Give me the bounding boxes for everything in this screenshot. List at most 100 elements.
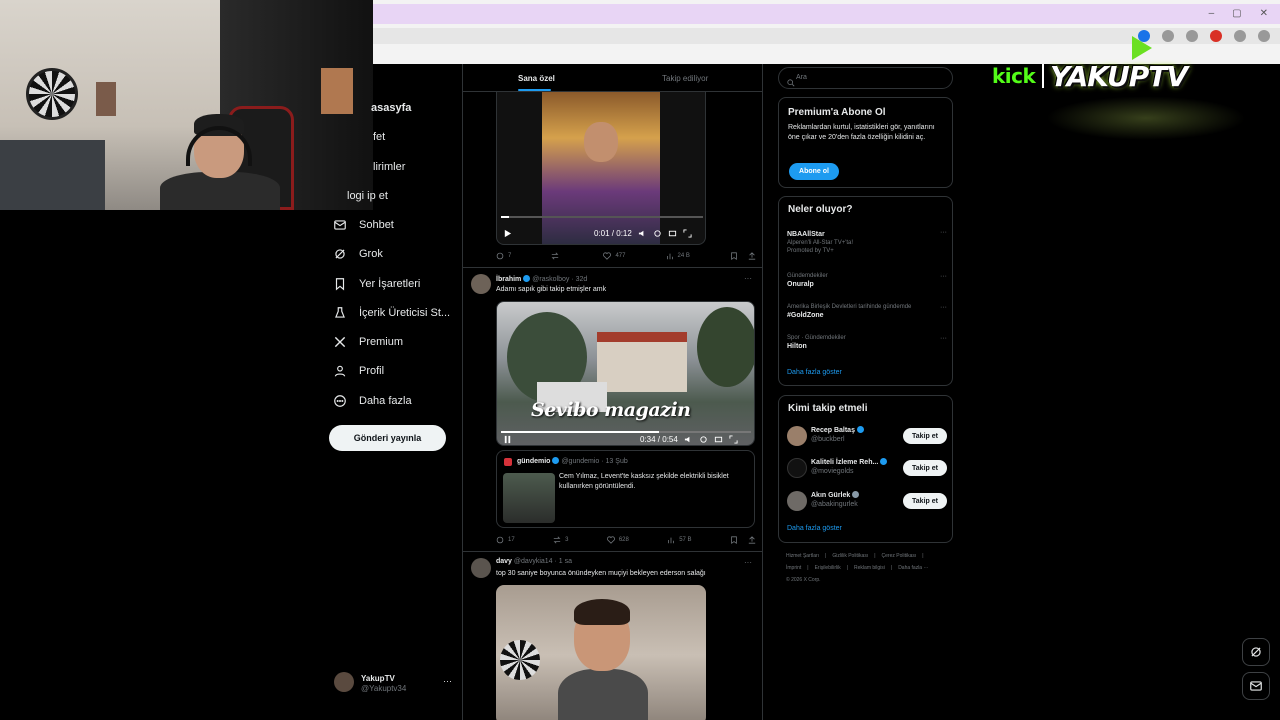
trend-item[interactable]: Gündemdekiler Onuralp ··· <box>787 273 947 288</box>
more-icon[interactable]: ··· <box>443 676 452 686</box>
maximize-button[interactable]: ▢ <box>1232 8 1241 19</box>
nav-item-chat[interactable]: Sohbet <box>333 218 394 232</box>
kick-logo: kick <box>992 64 1036 88</box>
footer-link-more[interactable]: Daha fazla ··· <box>898 565 928 571</box>
follow-suggestion[interactable]: Akın Gürlek @abakingurlek Takip et <box>787 489 947 513</box>
nav-item-notifications[interactable]: lirimler <box>373 161 405 173</box>
pause-button[interactable] <box>503 435 512 444</box>
volume-icon[interactable] <box>638 229 647 238</box>
more-icon[interactable]: ··· <box>744 558 752 567</box>
grok-floating-button[interactable] <box>1242 638 1270 666</box>
follow-suggestion[interactable]: Kaliteli İzleme Reh... @moviegolds Takip… <box>787 456 947 480</box>
more-icon[interactable]: ··· <box>744 274 752 283</box>
like-button[interactable]: 477 <box>603 252 625 260</box>
account-name: YakupTV <box>361 674 395 683</box>
author-name[interactable]: İbrahim <box>496 276 521 283</box>
like-button[interactable]: 628 <box>606 536 629 544</box>
volume-icon[interactable] <box>684 435 693 444</box>
video-frame <box>574 599 630 625</box>
settings-icon[interactable] <box>653 229 662 238</box>
share-icon[interactable] <box>748 536 756 544</box>
nav-label: Sohbet <box>359 219 394 231</box>
tab-following[interactable]: Takip ediliyor <box>662 74 708 83</box>
trend-item[interactable]: Amerika Birleşik Devletleri tarihinde gü… <box>787 304 947 319</box>
reply-button[interactable]: 7 <box>496 252 511 260</box>
account-switcher[interactable]: YakupTV @Yakuptv34 ··· <box>334 672 454 696</box>
follow-suggestion[interactable]: Recep Baltaş @buckberl Takip et <box>787 424 947 448</box>
video-player[interactable]: 0:01 / 0:12 <box>496 92 706 245</box>
subscribe-button[interactable]: Abone ol <box>789 163 839 180</box>
browser-tabstrip[interactable] <box>373 4 1280 24</box>
nav-item-creator-studio[interactable]: İçerik Üreticisi St... <box>333 306 450 320</box>
show-more-link[interactable]: Daha fazla göster <box>787 369 842 376</box>
repost-button[interactable] <box>551 252 563 260</box>
quoted-text: Cem Yılmaz, Levent'te kasksız şekilde el… <box>559 473 729 490</box>
post-time[interactable]: · 1 sa <box>555 558 573 565</box>
share-icon[interactable] <box>748 252 756 260</box>
nav-item-profile[interactable]: Profil <box>333 364 384 378</box>
nav-item-follow[interactable]: logi ip et <box>347 190 388 202</box>
reply-button[interactable]: 17 <box>496 536 515 544</box>
fullscreen-icon[interactable] <box>683 229 692 238</box>
minimize-button[interactable]: – <box>1209 8 1215 19</box>
author-handle[interactable]: @davykia14 <box>514 558 553 565</box>
footer-links: Hizmet Şartları | Gizlilik Politikası | Çere… <box>786 550 951 586</box>
more-icon[interactable]: ··· <box>940 229 947 236</box>
views-button[interactable]: 24 B <box>666 252 690 260</box>
footer-link-privacy[interactable]: Gizlilik Politikası <box>832 553 868 559</box>
video-player[interactable]: Sevibo magazin 0:34 / 0:54 <box>496 301 755 446</box>
footer-link-ads[interactable]: Reklam bilgisi <box>854 565 885 571</box>
video-progress[interactable] <box>501 216 703 218</box>
follow-button[interactable]: Takip et <box>903 460 947 476</box>
nav-item-premium[interactable]: Premium <box>333 335 403 349</box>
quoted-post[interactable]: gündemio @gundemio · 13 Şub Cem Yılmaz, L… <box>496 450 755 528</box>
nav-item-explore[interactable]: fet <box>373 131 385 143</box>
footer-link-cookies[interactable]: Çerez Politikası <box>882 553 917 559</box>
video-player[interactable] <box>496 585 706 720</box>
avatar[interactable] <box>471 558 491 578</box>
loop-icon[interactable] <box>668 229 677 238</box>
search-input[interactable]: Ara <box>778 67 953 89</box>
loop-icon[interactable] <box>714 435 723 444</box>
close-button[interactable]: ✕ <box>1260 8 1268 19</box>
views-button[interactable]: 57 B <box>667 536 692 544</box>
post-time[interactable]: · 32d <box>571 276 587 283</box>
footer-link-terms[interactable]: Hizmet Şartları <box>786 553 819 559</box>
trend-meta: Amerika Birleşik Devletleri tarihinde gü… <box>787 304 912 310</box>
follow-button[interactable]: Takip et <box>903 428 947 444</box>
more-icon[interactable]: ··· <box>940 304 947 311</box>
repost-button[interactable]: 3 <box>553 536 568 544</box>
author-handle[interactable]: @raskolboy <box>532 276 569 283</box>
promoted-label: Promoted by TV+ <box>787 248 834 254</box>
fullscreen-icon[interactable] <box>729 435 738 444</box>
person-icon <box>333 364 347 378</box>
messages-floating-button[interactable] <box>1242 672 1270 700</box>
footer-link-imprint[interactable]: İmprint <box>786 565 801 571</box>
settings-icon[interactable] <box>699 435 708 444</box>
bookmark-icon[interactable] <box>730 252 738 260</box>
suggestion-name: Kaliteli İzleme Reh... <box>811 458 889 466</box>
more-icon[interactable]: ··· <box>940 273 947 280</box>
nav-item-home[interactable]: asasyfa <box>371 102 411 114</box>
author-name[interactable]: davy <box>496 558 512 565</box>
suggestion-name: Akın Gürlek <box>811 491 861 499</box>
follow-button[interactable]: Takip et <box>903 493 947 509</box>
post-button[interactable]: Gönderi yayınla <box>329 425 446 451</box>
avatar[interactable] <box>471 274 491 294</box>
trend-item[interactable]: NBAAllStar Alperen'li All-Star TV+'ta! P… <box>787 229 947 254</box>
nav-item-more[interactable]: Daha fazla <box>333 394 412 408</box>
more-icon[interactable]: ··· <box>940 335 947 342</box>
nav-item-grok[interactable]: Grok <box>333 247 383 261</box>
footer-link-accessibility[interactable]: Erişilebilirlik <box>815 565 841 571</box>
video-progress[interactable] <box>501 431 751 433</box>
show-more-link[interactable]: Daha fazla göster <box>787 525 842 532</box>
nav-label: Yer İşaretleri <box>359 278 421 290</box>
nav-item-bookmarks[interactable]: Yer İşaretleri <box>333 277 420 291</box>
tab-for-you[interactable]: Sana özel <box>518 74 555 83</box>
nav-label: Daha fazla <box>359 395 412 407</box>
play-button[interactable] <box>503 229 512 238</box>
trend-item[interactable]: Spor · Gündemdekiler Hilton ··· <box>787 335 947 350</box>
menu-icon[interactable] <box>1258 30 1270 42</box>
card-title: Kimi takip etmeli <box>788 403 868 414</box>
bookmark-icon[interactable] <box>730 536 738 544</box>
